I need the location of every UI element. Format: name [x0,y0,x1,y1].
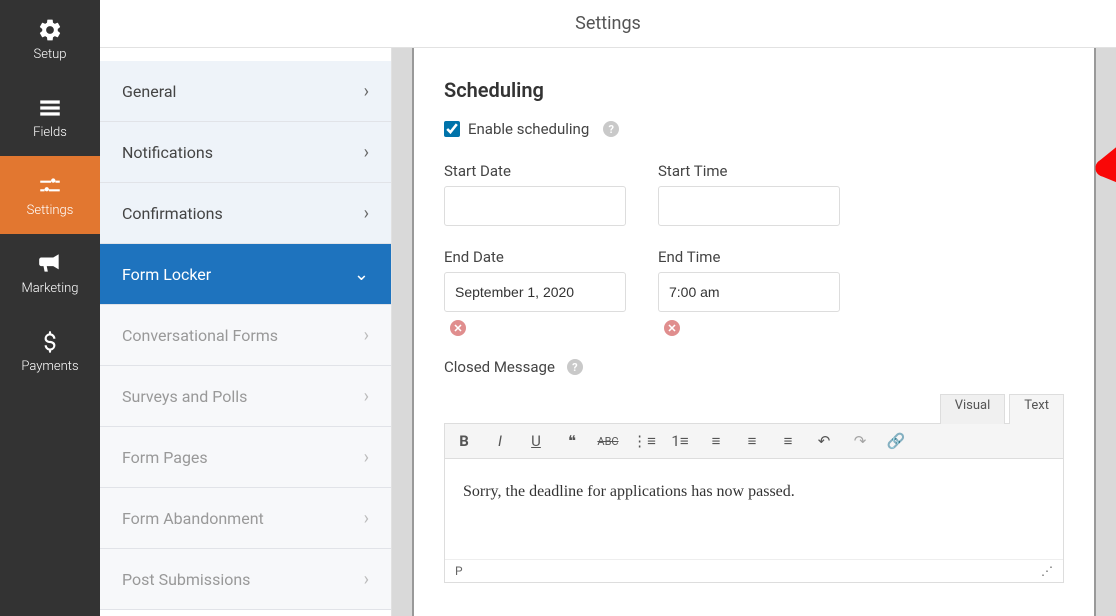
chevron-right-icon: › [364,325,369,346]
chevron-down-icon: ⌄ [354,264,369,285]
end-time-field: End Time ✕ [658,248,840,336]
closed-message-label: Closed Message [444,358,555,376]
start-time-label: Start Time [658,162,840,180]
end-date-input[interactable] [444,272,626,312]
help-icon[interactable]: ? [567,359,583,375]
italic-button[interactable]: I [489,430,511,452]
quote-button[interactable]: ❝ [561,430,583,452]
nav-fields[interactable]: Fields [0,78,100,156]
chevron-right-icon: › [364,142,369,163]
settings-subnav: General › Notifications › Confirmations … [100,48,392,616]
editor-tab-visual[interactable]: Visual [940,394,1006,424]
editor-tabs: Visual Text [444,394,1064,424]
closed-message-editor: B I U ❝ ABC ⋮≡ 1≡ ≡ ≡ ≡ ↶ ↷ 🔗 Sorr [444,423,1064,583]
sidebar-item-form-locker[interactable]: Form Locker ⌄ [100,244,391,305]
chevron-right-icon: › [364,81,369,102]
main-panel: Settings General › Notifications › Confi… [100,0,1116,616]
align-left-button[interactable]: ≡ [705,430,727,452]
dollar-icon [37,329,63,355]
chevron-right-icon: › [364,508,369,529]
sidebar-item-confirmations[interactable]: Confirmations › [100,183,391,244]
sidebar-item-label: Post Submissions [122,570,250,589]
underline-button[interactable]: U [525,430,547,452]
sidebar-item-form-abandonment[interactable]: Form Abandonment › [100,488,391,549]
gutter-right [1094,48,1116,616]
start-date-input[interactable] [444,186,626,226]
end-date-label: End Date [444,248,626,266]
sidebar-item-conversational-forms[interactable]: Conversational Forms › [100,305,391,366]
undo-button[interactable]: ↶ [813,430,835,452]
bullhorn-icon [37,251,63,277]
end-time-input[interactable] [658,272,840,312]
editor-status-bar: P ⋰ [445,559,1063,582]
nav-label: Payments [21,359,78,374]
chevron-right-icon: › [364,447,369,468]
start-date-field: Start Date [444,162,626,226]
chevron-right-icon: › [364,386,369,407]
nav-label: Marketing [21,281,78,296]
gear-icon [37,17,63,43]
nav-setup[interactable]: Setup [0,0,100,78]
sidebar-item-surveys-polls[interactable]: Surveys and Polls › [100,366,391,427]
strike-button[interactable]: ABC [597,430,619,452]
help-icon[interactable]: ? [603,121,619,137]
nav-settings[interactable]: Settings [0,156,100,234]
sidebar-item-post-submissions[interactable]: Post Submissions › [100,549,391,610]
nav-label: Fields [33,125,67,140]
end-time-label: End Time [658,248,840,266]
list-icon [37,95,63,121]
start-date-label: Start Date [444,162,626,180]
main-body: General › Notifications › Confirmations … [100,48,1116,616]
editor-toolbar: B I U ❝ ABC ⋮≡ 1≡ ≡ ≡ ≡ ↶ ↷ 🔗 [445,424,1063,459]
nav-label: Setup [34,47,67,62]
nav-label: Settings [27,203,74,218]
enable-scheduling-label: Enable scheduling [468,120,589,138]
sidebar-item-general[interactable]: General › [100,61,391,122]
section-title: Scheduling [444,78,1064,102]
sidebar-item-form-pages[interactable]: Form Pages › [100,427,391,488]
form-locker-panel: Scheduling Enable scheduling ? Start Dat… [414,48,1094,616]
clear-end-date-button[interactable]: ✕ [450,320,466,336]
editor-path: P [455,564,463,578]
clear-end-time-button[interactable]: ✕ [664,320,680,336]
enable-scheduling-row: Enable scheduling ? [444,120,1064,138]
primary-nav: Setup Fields Settings Marketing Payments [0,0,100,616]
end-date-field: End Date ✕ [444,248,626,336]
closed-message-label-row: Closed Message ? [444,358,1064,376]
bold-button[interactable]: B [453,430,475,452]
redo-button[interactable]: ↷ [849,430,871,452]
sidebar-item-label: Conversational Forms [122,326,278,345]
link-button[interactable]: 🔗 [885,430,907,452]
sidebar-item-notifications[interactable]: Notifications › [100,122,391,183]
sliders-icon [37,173,63,199]
sidebar-item-label: Form Abandonment [122,509,264,528]
editor-tab-text[interactable]: Text [1009,394,1064,424]
sidebar-item-label: General [122,82,176,101]
sidebar-item-label: Form Locker [122,265,211,284]
sidebar-item-label: Surveys and Polls [122,387,247,406]
align-right-button[interactable]: ≡ [777,430,799,452]
nav-payments[interactable]: Payments [0,312,100,390]
page-title-text: Settings [575,13,641,34]
enable-scheduling-checkbox[interactable] [444,121,460,137]
gutter-left [392,48,414,616]
chevron-right-icon: › [364,569,369,590]
number-list-button[interactable]: 1≡ [669,430,691,452]
sidebar-item-label: Notifications [122,143,213,162]
closed-message-textarea[interactable]: Sorry, the deadline for applications has… [445,459,1063,559]
align-center-button[interactable]: ≡ [741,430,763,452]
nav-marketing[interactable]: Marketing [0,234,100,312]
resize-handle-icon[interactable]: ⋰ [1041,564,1053,578]
chevron-right-icon: › [364,203,369,224]
sidebar-item-label: Form Pages [122,448,208,467]
sidebar-item-label: Confirmations [122,204,223,223]
bullet-list-button[interactable]: ⋮≡ [633,430,655,452]
start-time-input[interactable] [658,186,840,226]
start-time-field: Start Time [658,162,840,226]
page-title: Settings [100,0,1116,48]
